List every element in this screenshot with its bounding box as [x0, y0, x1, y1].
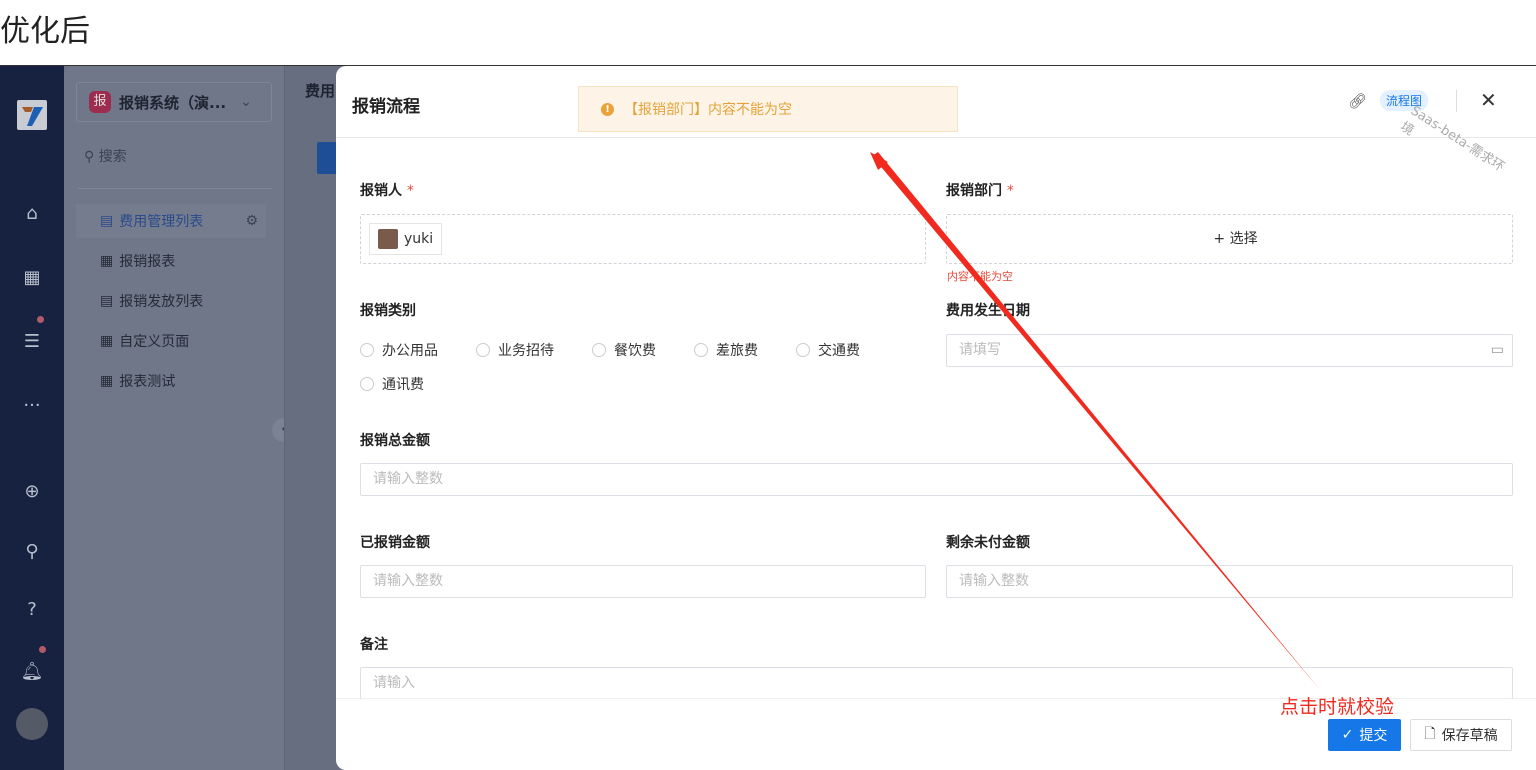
- nav-label: 报销报表: [119, 254, 176, 270]
- annotation-text: 点击时就校验: [1280, 696, 1395, 718]
- unpaid-label: 剩余未付金额: [946, 535, 1030, 551]
- nav-label: 报销发放列表: [119, 294, 204, 310]
- nav-item-custom-page[interactable]: ▦ 自定义页面: [76, 324, 266, 358]
- user-name: yuki: [404, 230, 434, 247]
- dept-select-button[interactable]: + 选择: [946, 214, 1513, 264]
- app-nav: 报报销系统（演... ⌄ ⚲ 搜索 ▤ 费用管理列表 ⚙ ▦ 报销报表 ▤ 报销发放列表 …: [64, 66, 296, 770]
- search-placeholder: 搜索: [98, 149, 127, 165]
- notification-dot: [39, 646, 46, 653]
- grid-icon: ▦: [100, 333, 114, 349]
- error-toast: ! 【报销部门】内容不能为空: [578, 86, 958, 132]
- more-icon[interactable]: ···: [20, 394, 44, 418]
- logo: [17, 100, 47, 130]
- help-icon[interactable]: ?: [20, 598, 44, 622]
- reporter-label: 报销人 *: [360, 183, 414, 199]
- modal: 报销流程 ! 【报销部门】内容不能为空 🔗︎ 流程图 ✕ 报销人 * yuki 报…: [336, 66, 1536, 770]
- nav-label: 报表测试: [119, 374, 176, 390]
- paid-input[interactable]: 请输入整数: [360, 565, 926, 598]
- toast-text: 【报销部门】内容不能为空: [624, 102, 792, 118]
- app-badge: 报: [89, 91, 111, 113]
- save-draft-button[interactable]: 🗋︎ 保存草稿: [1410, 719, 1512, 751]
- bell-icon[interactable]: 🔔︎: [20, 660, 44, 684]
- dept-error: 内容不能为空: [947, 270, 1013, 283]
- date-input[interactable]: 请填写 ▭: [946, 334, 1513, 367]
- dept-label: 报销部门 *: [946, 183, 1014, 199]
- radio-option[interactable]: 业务招待: [476, 340, 554, 360]
- radio-option[interactable]: 餐饮费: [592, 340, 656, 360]
- radio-option[interactable]: 办公用品: [360, 340, 438, 360]
- left-rail: ⌂ ▦ ☰ ··· ⊕ ⚲ ? 🔔︎: [0, 66, 64, 770]
- apps-icon[interactable]: ▦: [20, 266, 44, 290]
- radio-option[interactable]: 差旅费: [694, 340, 758, 360]
- grid-icon: ▦: [100, 253, 114, 269]
- radio-option[interactable]: 交通费: [796, 340, 860, 360]
- radio-option[interactable]: 通讯费: [360, 374, 424, 394]
- total-input[interactable]: 请输入整数: [360, 463, 1513, 496]
- nav-item-payout-list[interactable]: ▤ 报销发放列表: [76, 284, 266, 318]
- list-icon: ▤: [100, 293, 114, 309]
- nav-item-report-test[interactable]: ▦ 报表测试: [76, 364, 266, 398]
- calendar-icon: ▭: [1490, 342, 1504, 358]
- reporter-field[interactable]: yuki: [360, 214, 926, 264]
- app-window: ⌂ ▦ ☰ ··· ⊕ ⚲ ? 🔔︎ 报报销系统（演... ⌄ ⚲ 搜索 ▤ 费用管…: [0, 65, 1536, 770]
- page-title: 费用: [305, 82, 336, 100]
- caption: 优化后: [0, 14, 90, 49]
- total-label: 报销总金额: [360, 433, 430, 449]
- note-label: 备注: [360, 637, 388, 653]
- document-icon[interactable]: ☰: [20, 330, 44, 354]
- main-area: 费用: [284, 66, 347, 770]
- nav-item-report[interactable]: ▦ 报销报表: [76, 244, 266, 278]
- category-label: 报销类别: [360, 303, 416, 319]
- warning-icon: !: [601, 102, 614, 116]
- nav-item-expense-list[interactable]: ▤ 费用管理列表 ⚙: [76, 204, 266, 238]
- divider: [78, 188, 272, 189]
- app-name: 报销系统（演...: [119, 93, 227, 112]
- grid-icon: ▦: [100, 373, 114, 389]
- close-icon[interactable]: ✕: [1480, 88, 1497, 112]
- nav-label: 自定义页面: [119, 334, 190, 350]
- avatar: [378, 229, 398, 249]
- list-icon: ▤: [100, 213, 114, 229]
- submit-button[interactable]: ✓ 提交: [1328, 719, 1401, 751]
- home-icon[interactable]: ⌂: [20, 202, 44, 226]
- paid-label: 已报销金额: [360, 535, 430, 551]
- date-label: 费用发生日期: [946, 303, 1030, 319]
- notification-dot: [37, 316, 44, 323]
- app-selector[interactable]: 报报销系统（演... ⌄: [76, 82, 272, 122]
- link-icon[interactable]: 🔗︎: [1348, 92, 1367, 110]
- search-icon[interactable]: ⚲: [20, 540, 44, 564]
- nav-search[interactable]: ⚲ 搜索: [84, 146, 127, 166]
- user-tag: yuki: [369, 223, 443, 255]
- unpaid-input[interactable]: 请输入整数: [946, 565, 1513, 598]
- add-icon[interactable]: ⊕: [20, 480, 44, 504]
- gear-icon[interactable]: ⚙: [245, 213, 258, 229]
- chevron-down-icon: ⌄: [240, 94, 252, 110]
- avatar[interactable]: [16, 708, 48, 740]
- divider: [1456, 90, 1457, 112]
- modal-title: 报销流程: [352, 97, 420, 117]
- nav-label: 费用管理列表: [119, 214, 204, 230]
